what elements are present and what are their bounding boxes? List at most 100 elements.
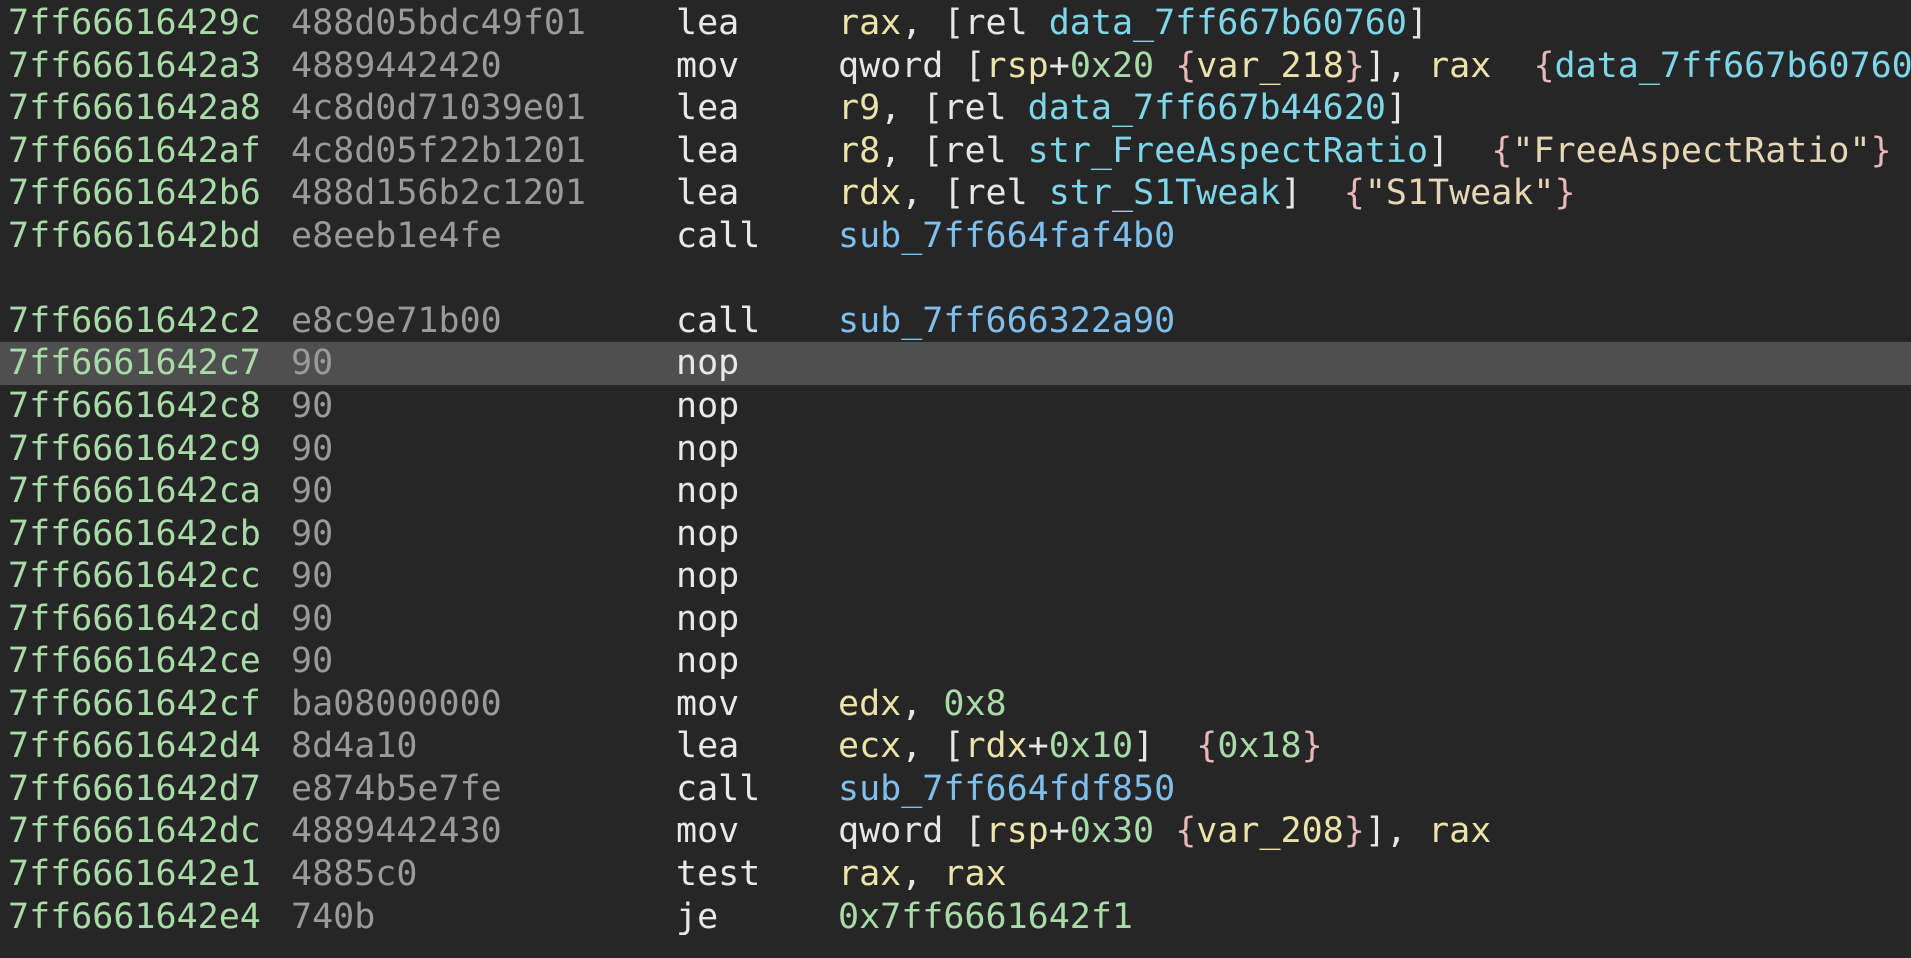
instruction-row[interactable]: 7ff6661642a8 4c8d0d71039e01 lea r9, [rel da… (0, 87, 1911, 130)
instruction-row[interactable]: 7ff6661642ca 90 nop (0, 470, 1911, 513)
instruction-mnemonic[interactable]: lea (676, 87, 739, 130)
operand-register[interactable]: r8 (838, 131, 880, 171)
operand-number: 0x8 (943, 683, 1007, 724)
instruction-address[interactable]: 7ff6661642dc (8, 810, 261, 853)
operand-variable[interactable]: var_218 (1196, 46, 1344, 86)
instruction-address[interactable]: 7ff6661642a3 (8, 45, 261, 88)
instruction-address[interactable]: 7ff6661642ce (8, 640, 261, 683)
instruction-mnemonic[interactable]: nop (676, 428, 739, 471)
operand-register[interactable]: ecx (838, 726, 901, 766)
operand-register[interactable]: rax (838, 854, 901, 894)
operand-data-symbol[interactable]: data_7ff667b60760 (1049, 3, 1407, 43)
operand-sub-symbol[interactable]: sub_7ff664fdf850 (838, 769, 1175, 809)
instruction-bytes: 90 (291, 513, 334, 554)
operand-register[interactable]: rax (838, 3, 901, 43)
operand-text: ] (1385, 88, 1407, 129)
instruction-bytes: 90 (291, 428, 334, 469)
instruction-row[interactable]: 7ff6661642af 4c8d05f22b1201 lea r8, [rel st… (0, 130, 1911, 173)
instruction-address[interactable]: 7ff6661642c9 (8, 428, 261, 471)
instruction-mnemonic[interactable]: call (676, 300, 760, 343)
instruction-row[interactable]: 7ff6661642c2 e8c9e71b00 call sub_7ff666322a… (0, 300, 1911, 343)
instruction-address[interactable]: 7ff6661642cf (8, 683, 261, 726)
operand-data-symbol[interactable]: data_7ff667b44620 (1028, 88, 1386, 128)
instruction-mnemonic[interactable]: nop (676, 470, 739, 513)
instruction-address[interactable]: 7ff6661642af (8, 130, 261, 173)
instruction-operands: rax, rax (838, 853, 1007, 896)
instruction-row[interactable]: 7ff6661642e4 740b je 0x7ff6661642f1 (0, 896, 1911, 939)
operand-register[interactable]: rax (1428, 811, 1491, 851)
instruction-row[interactable]: 7ff6661642e1 4885c0 test rax, rax (0, 853, 1911, 896)
instruction-mnemonic[interactable]: mov (676, 810, 739, 853)
operand-register[interactable]: rdx (964, 726, 1027, 766)
operand-data-symbol[interactable]: data_7ff667b60760 (1555, 46, 1911, 86)
disassembly-listing[interactable]: 7ff66616429c 488d05bdc49f01 lea rax, [rel d… (0, 0, 1911, 958)
instruction-address[interactable]: 7ff6661642b6 (8, 172, 261, 215)
instruction-address[interactable]: 7ff6661642d7 (8, 768, 261, 811)
operand-register[interactable]: rax (1428, 46, 1491, 86)
instruction-mnemonic[interactable]: lea (676, 130, 739, 173)
instruction-operands: sub_7ff664fdf850 (838, 768, 1175, 811)
operand-data-symbol[interactable]: str_FreeAspectRatio (1028, 131, 1428, 171)
instruction-row[interactable]: 7ff6661642c7 90 nop (0, 342, 1911, 386)
instruction-row[interactable]: 7ff6661642c8 90 nop (0, 385, 1911, 428)
operand-register[interactable]: rsp (986, 811, 1049, 851)
instruction-address[interactable]: 7ff6661642e1 (8, 853, 261, 896)
instruction-row[interactable]: 7ff66616429c 488d05bdc49f01 lea rax, [rel d… (0, 2, 1911, 45)
instruction-row[interactable]: 7ff6661642b6 488d156b2c1201 lea rdx, [rel s… (0, 172, 1911, 215)
operand-sub-symbol[interactable]: sub_7ff664faf4b0 (838, 216, 1175, 256)
instruction-row[interactable]: 7ff6661642d7 e874b5e7fe call sub_7ff664fdf8… (0, 768, 1911, 811)
operand-text: rel (964, 173, 1049, 214)
instruction-address[interactable]: 7ff6661642c8 (8, 385, 261, 428)
operand-text (1154, 811, 1175, 851)
instruction-mnemonic[interactable]: lea (676, 2, 739, 45)
instruction-row[interactable]: 7ff6661642cc 90 nop (0, 555, 1911, 598)
instruction-mnemonic[interactable]: lea (676, 172, 739, 215)
instruction-mnemonic[interactable]: je (676, 896, 718, 939)
operand-text: qword [ (838, 811, 986, 852)
instruction-mnemonic[interactable]: nop (676, 555, 739, 598)
operand-register[interactable]: rsp (986, 46, 1049, 86)
instruction-mnemonic[interactable]: nop (676, 342, 739, 385)
instruction-row[interactable]: 7ff6661642c9 90 nop (0, 428, 1911, 471)
instruction-address[interactable]: 7ff6661642cd (8, 598, 261, 641)
instruction-address[interactable]: 7ff6661642a8 (8, 87, 261, 130)
operand-variable[interactable]: var_208 (1196, 811, 1344, 851)
operand-string: "FreeAspectRatio" (1512, 130, 1871, 171)
instruction-address[interactable]: 7ff6661642c7 (8, 342, 261, 385)
operand-register[interactable]: r9 (838, 88, 880, 128)
instruction-mnemonic[interactable]: call (676, 215, 760, 258)
instruction-row[interactable]: 7ff6661642dc 4889442430 mov qword [rsp+0x30… (0, 810, 1911, 853)
instruction-mnemonic[interactable]: mov (676, 45, 739, 88)
operand-register[interactable]: rdx (838, 173, 901, 213)
operand-sub-symbol[interactable]: sub_7ff666322a90 (838, 301, 1175, 341)
instruction-row[interactable]: 7ff6661642cd 90 nop (0, 598, 1911, 641)
instruction-row[interactable]: 7ff6661642d4 8d4a10 lea ecx, [rdx+0x10] {0x… (0, 725, 1911, 768)
instruction-address[interactable]: 7ff66616429c (8, 2, 261, 45)
instruction-bytes: 90 (291, 641, 334, 682)
instruction-mnemonic[interactable]: nop (676, 640, 739, 683)
instruction-mnemonic[interactable]: lea (676, 725, 739, 768)
instruction-address[interactable]: 7ff6661642d4 (8, 725, 261, 768)
instruction-address[interactable]: 7ff6661642e4 (8, 896, 261, 939)
instruction-mnemonic[interactable]: test (676, 853, 760, 896)
operand-brace: } (1870, 130, 1892, 171)
instruction-row[interactable]: 7ff6661642a3 4889442420 mov qword [rsp+0x20… (0, 45, 1911, 88)
instruction-row[interactable]: 7ff6661642cb 90 nop (0, 513, 1911, 556)
operand-register[interactable]: rax (943, 854, 1006, 894)
operand-register[interactable]: edx (838, 684, 901, 724)
instruction-row[interactable]: 7ff6661642cf ba08000000 mov edx, 0x8 (0, 683, 1911, 726)
instruction-mnemonic[interactable]: mov (676, 683, 739, 726)
instruction-mnemonic[interactable]: call (676, 768, 760, 811)
instruction-address[interactable]: 7ff6661642c2 (8, 300, 261, 343)
instruction-address[interactable]: 7ff6661642bd (8, 215, 261, 258)
instruction-address[interactable]: 7ff6661642ca (8, 470, 261, 513)
operand-brace: { (1533, 45, 1555, 86)
instruction-address[interactable]: 7ff6661642cb (8, 513, 261, 556)
instruction-mnemonic[interactable]: nop (676, 385, 739, 428)
operand-data-symbol[interactable]: str_S1Tweak (1049, 173, 1281, 213)
instruction-mnemonic[interactable]: nop (676, 513, 739, 556)
instruction-mnemonic[interactable]: nop (676, 598, 739, 641)
instruction-address[interactable]: 7ff6661642cc (8, 555, 261, 598)
instruction-row[interactable]: 7ff6661642ce 90 nop (0, 640, 1911, 683)
instruction-row[interactable]: 7ff6661642bd e8eeb1e4fe call sub_7ff664faf4… (0, 215, 1911, 258)
